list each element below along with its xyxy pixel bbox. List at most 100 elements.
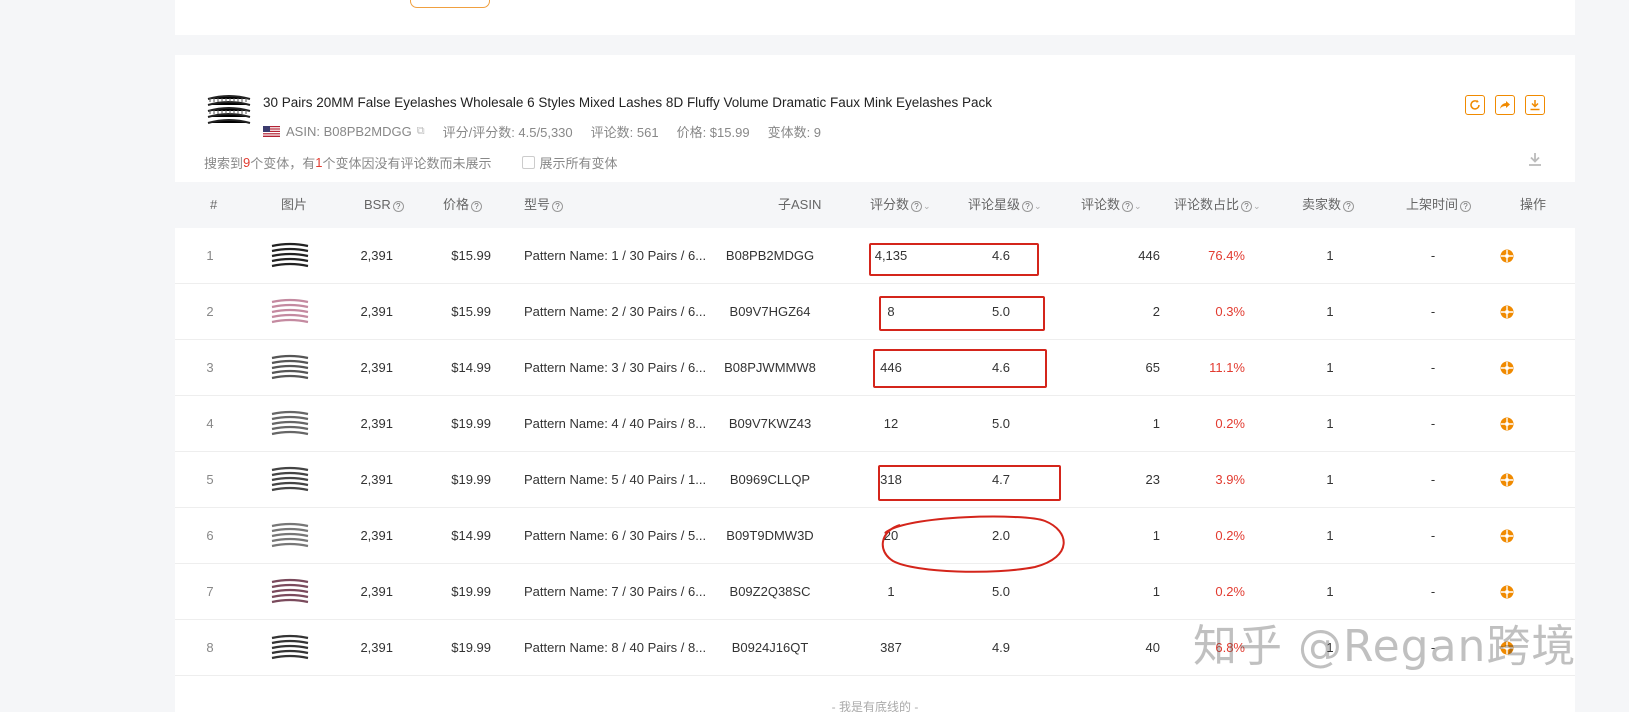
- col-review-count[interactable]: 评论数? ⌄: [1081, 182, 1142, 228]
- col-bsr[interactable]: BSR?: [364, 182, 404, 228]
- variant-thumbnail[interactable]: [270, 521, 310, 551]
- asin-label[interactable]: ASIN: B08PB2MDGG: [286, 124, 412, 139]
- variant-thumbnail[interactable]: [270, 577, 310, 607]
- top-button[interactable]: [410, 0, 490, 8]
- analyze-action-icon[interactable]: [1500, 249, 1514, 263]
- analyze-action-icon[interactable]: [1500, 417, 1514, 431]
- cell-child-asin[interactable]: B0924J16QT: [720, 620, 820, 676]
- cell-review-count: 40: [1145, 640, 1160, 655]
- cell-child-asin[interactable]: B09T9DMW3D: [720, 508, 820, 564]
- help-icon[interactable]: ?: [1343, 201, 1355, 212]
- cell-child-asin[interactable]: B09V7HGZ64: [720, 284, 820, 340]
- cell-child-asin[interactable]: B09Z2Q38SC: [720, 564, 820, 620]
- cell-listed: -: [1430, 360, 1436, 375]
- cell-bsr: 2,391: [360, 528, 393, 543]
- col-index: #: [210, 197, 218, 212]
- download-button[interactable]: [1525, 95, 1545, 115]
- cell-model[interactable]: Pattern Name: 5 / 40 Pairs / 1...: [524, 452, 706, 508]
- table-row: 2 2,391 $15.99 Pattern Name: 2 / 30 Pairs /…: [175, 284, 1575, 340]
- variant-thumbnail[interactable]: [270, 241, 310, 271]
- product-thumbnail[interactable]: [205, 93, 253, 129]
- sort-chevron-icon[interactable]: ⌄: [1253, 201, 1261, 211]
- us-flag-icon: [263, 126, 280, 137]
- top-card: [175, 0, 1575, 35]
- cell-review-count: 1: [1152, 416, 1160, 431]
- highlight-box: [873, 349, 1047, 388]
- variants-label: 变体数: 9: [767, 125, 822, 140]
- cell-star: 5.0: [991, 416, 1011, 431]
- cell-listed: -: [1430, 416, 1436, 431]
- sort-chevron-icon[interactable]: ⌄: [1134, 201, 1142, 211]
- cell-child-asin[interactable]: B08PJWMMW8: [720, 340, 820, 396]
- sort-chevron-icon[interactable]: ⌄: [923, 201, 931, 211]
- variant-thumbnail[interactable]: [270, 465, 310, 495]
- header-actions: [1465, 95, 1545, 115]
- cell-price: $19.99: [451, 472, 491, 487]
- col-rating-count[interactable]: 评分数? ⌄: [870, 182, 931, 228]
- variant-thumbnail[interactable]: [270, 297, 310, 327]
- col-price[interactable]: 价格?: [443, 182, 483, 228]
- cell-model[interactable]: Pattern Name: 8 / 40 Pairs / 8...: [524, 620, 706, 676]
- col-model[interactable]: 型号?: [524, 182, 564, 228]
- cell-rating-count: 387: [880, 640, 902, 655]
- variant-thumbnail[interactable]: [270, 353, 310, 383]
- analyze-action-icon[interactable]: [1500, 529, 1514, 543]
- cell-review-count: 446: [1138, 248, 1160, 263]
- cell-model[interactable]: Pattern Name: 1 / 30 Pairs / 6...: [524, 228, 706, 284]
- variant-thumbnail[interactable]: [270, 633, 310, 663]
- help-icon[interactable]: ?: [1022, 201, 1034, 212]
- product-header: 30 Pairs 20MM False Eyelashes Wholesale …: [205, 93, 1555, 143]
- cell-sellers: 1: [1326, 528, 1334, 543]
- cell-child-asin[interactable]: B08PB2MDGG: [720, 228, 820, 284]
- analyze-action-icon[interactable]: [1500, 305, 1514, 319]
- help-icon[interactable]: ?: [911, 201, 923, 212]
- variant-thumbnail[interactable]: [270, 409, 310, 439]
- cell-price: $15.99: [451, 248, 491, 263]
- cell-listed: -: [1430, 304, 1436, 319]
- cell-bsr: 2,391: [360, 640, 393, 655]
- cell-index: 5: [206, 472, 214, 487]
- col-sellers[interactable]: 卖家数?: [1302, 182, 1355, 228]
- analyze-action-icon[interactable]: [1500, 473, 1514, 487]
- cell-sellers: 1: [1326, 304, 1334, 319]
- help-icon[interactable]: ?: [1241, 201, 1253, 212]
- watermark: 知乎 @Regan跨境: [1193, 621, 1577, 672]
- help-icon[interactable]: ?: [392, 201, 404, 212]
- cell-bsr: 2,391: [360, 304, 393, 319]
- cell-rating-count: 12: [883, 416, 899, 431]
- cell-review-pct: 11.1%: [1209, 360, 1245, 375]
- help-icon[interactable]: ?: [471, 201, 483, 212]
- cell-price: $15.99: [451, 304, 491, 319]
- table-body: 1 2,391 $15.99 Pattern Name: 1 / 30 Pairs /…: [175, 228, 1575, 676]
- share-button[interactable]: [1495, 95, 1515, 115]
- analyze-action-icon[interactable]: [1500, 361, 1514, 375]
- cell-child-asin[interactable]: B0969CLLQP: [720, 452, 820, 508]
- cell-model[interactable]: Pattern Name: 7 / 30 Pairs / 6...: [524, 564, 706, 620]
- highlight-box: [878, 465, 1061, 501]
- external-link-icon[interactable]: ⧉: [417, 125, 425, 138]
- cell-model[interactable]: Pattern Name: 3 / 30 Pairs / 6...: [524, 340, 706, 396]
- reviews-label: 评论数: 561: [590, 125, 659, 140]
- col-star[interactable]: 评论星级? ⌄: [968, 182, 1042, 228]
- cell-model[interactable]: Pattern Name: 4 / 40 Pairs / 8...: [524, 396, 706, 452]
- cell-bsr: 2,391: [360, 584, 393, 599]
- cell-model[interactable]: Pattern Name: 6 / 30 Pairs / 5...: [524, 508, 706, 564]
- cell-model[interactable]: Pattern Name: 2 / 30 Pairs / 6...: [524, 284, 706, 340]
- download-table-icon[interactable]: [1527, 151, 1543, 167]
- help-icon[interactable]: ?: [1460, 201, 1472, 212]
- cell-price: $19.99: [451, 640, 491, 655]
- refresh-button[interactable]: [1465, 95, 1485, 115]
- col-review-pct[interactable]: 评论数占比? ⌄: [1174, 182, 1261, 228]
- cell-price: $19.99: [451, 416, 491, 431]
- product-title[interactable]: 30 Pairs 20MM False Eyelashes Wholesale …: [263, 95, 992, 110]
- cell-review-count: 65: [1145, 360, 1160, 375]
- col-listed[interactable]: 上架时间?: [1406, 182, 1472, 228]
- show-all-label[interactable]: 展示所有变体: [540, 153, 618, 172]
- help-icon[interactable]: ?: [552, 201, 564, 212]
- sort-chevron-icon[interactable]: ⌄: [1034, 201, 1042, 211]
- analyze-action-icon[interactable]: [1500, 585, 1514, 599]
- show-all-checkbox[interactable]: [521, 156, 535, 169]
- cell-index: 1: [206, 248, 214, 263]
- help-icon[interactable]: ?: [1122, 201, 1134, 212]
- cell-child-asin[interactable]: B09V7KWZ43: [720, 396, 820, 452]
